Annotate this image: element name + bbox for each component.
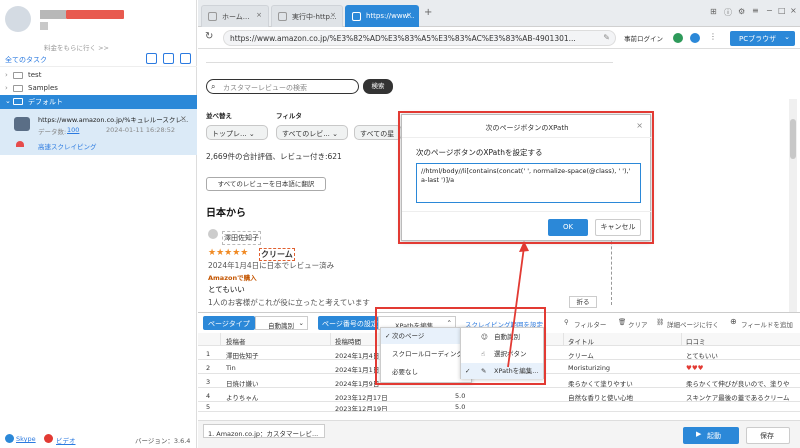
- highlight-box-dialog: [398, 111, 654, 244]
- arrow-line: [507, 246, 525, 368]
